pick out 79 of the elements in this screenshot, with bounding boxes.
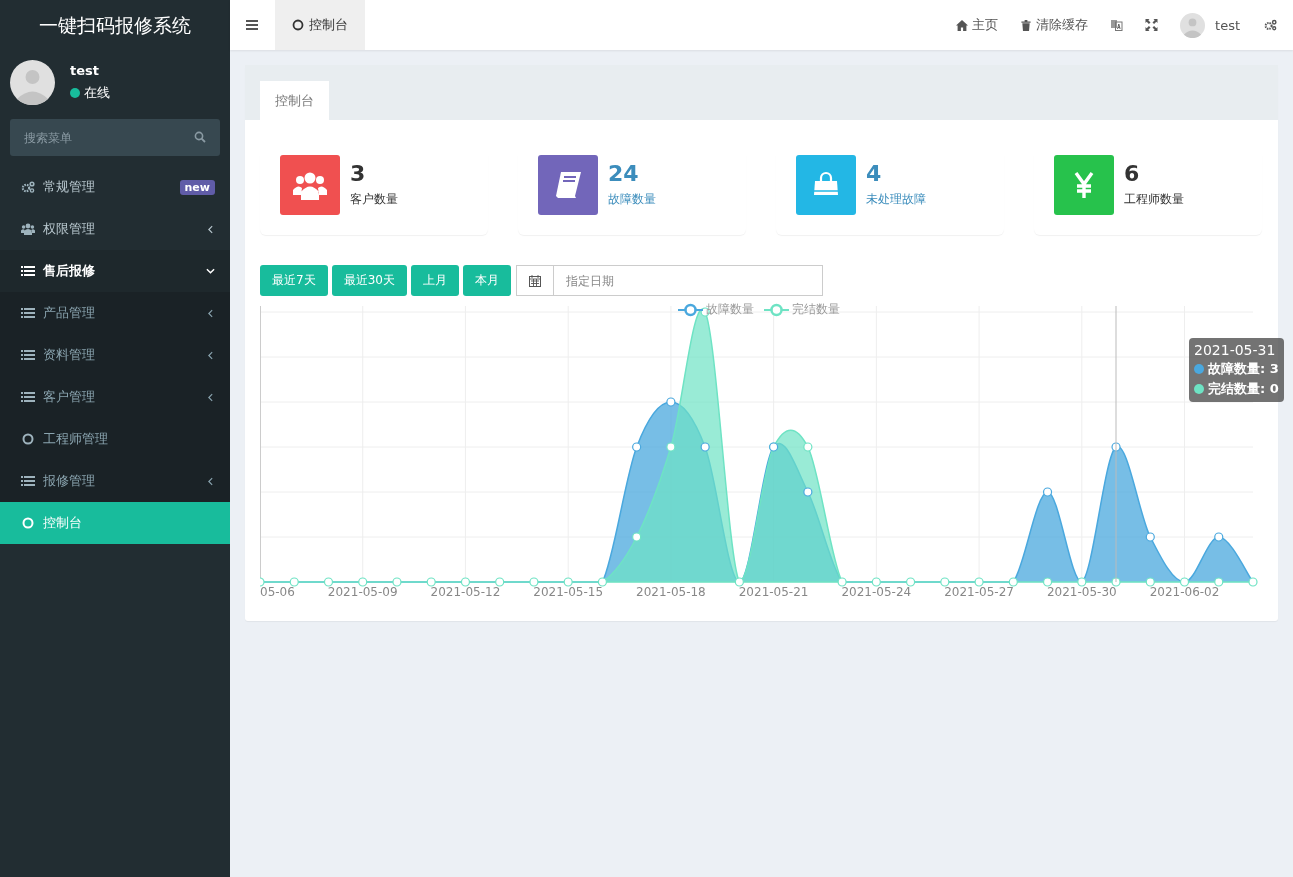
circle-icon [21,433,35,445]
gears-icon [21,181,35,193]
sidebar-item[interactable]: 权限管理 [0,208,230,250]
data-point [1214,532,1224,542]
page-tab[interactable]: 控制台 [275,0,365,50]
axis-label: 2021-05-30 [1046,585,1117,599]
data-point [632,532,642,542]
menu-icon[interactable] [246,20,258,30]
data-point [666,442,676,452]
list-icon [21,265,35,277]
chevron-left-icon [208,476,213,486]
trash-icon [1020,19,1033,31]
translate-icon[interactable] [1110,19,1124,31]
tooltip-value: 故障数量: 3 [1208,360,1279,378]
app-title: 一键扫码报修系统 [38,13,192,38]
home-icon [956,19,969,31]
stat-value: 3 [350,161,367,187]
stat-label: 故障数量 [608,191,656,208]
new-badge: new [179,179,215,195]
fullscreen-icon[interactable] [1145,19,1159,31]
calendar-icon [528,274,541,287]
gears-icon[interactable] [1264,19,1277,31]
panel-tab[interactable]: 控制台 [260,81,329,120]
stat-label: 未处理故障 [866,191,926,208]
stat-value: 4 [866,161,883,187]
axis-label: 2021-05-09 [327,585,398,599]
circle-icon [292,19,304,31]
sidebar-item[interactable]: 报修管理 [0,460,230,502]
sidebar-item[interactable]: 售后报修 [0,250,230,292]
tooltip-value: 完结数量: 0 [1208,380,1279,398]
axis-label: 2021-05-21 [738,585,809,599]
axis-label: 2021-05-18 [636,585,706,599]
user-name: test [70,63,100,78]
chevron-left-icon [208,224,213,234]
stat-label: 客户数量 [350,191,398,208]
list-icon [21,307,35,319]
stat-value: 6 [1124,161,1141,187]
data-point [803,442,813,452]
data-point [700,442,710,452]
axis-label: 2021-05-12 [430,585,501,599]
chevron-left-icon [208,392,213,402]
search-field[interactable]: 搜索菜单 [10,119,220,156]
data-point [1145,532,1155,542]
sidebar-item[interactable]: 常规管理 new [0,166,230,208]
chevron-down-icon [206,268,215,274]
data-point [1042,487,1053,497]
date-field[interactable]: 指定日期 [515,265,823,296]
users-icon [21,223,35,235]
axis-label: 2021-05-27 [944,585,1014,599]
users-icon [293,170,327,200]
clear-cache-link[interactable]: 清除缓存 [1020,16,1089,34]
avatar-icon [10,60,55,105]
tooltip-date: 2021-05-31 [1194,342,1277,358]
data-point [632,442,642,452]
axis-label: 2021-05-15 [533,585,604,599]
sidebar-item[interactable]: 客户管理 [0,376,230,418]
user-name[interactable]: test [1215,17,1240,33]
chevron-left-icon [208,308,213,318]
online-dot-icon [70,88,80,98]
data-point [803,487,813,497]
list-icon [21,391,35,403]
axis-label: 2021-05-24 [841,585,912,599]
sidebar-item[interactable]: 工程师管理 [0,418,230,460]
axis-label: 2021-06-02 [1149,585,1220,599]
stat-label: 工程师数量 [1124,191,1184,208]
list-icon [21,349,35,361]
axis-label: 05-06 [260,585,295,599]
circle-icon [21,517,35,529]
data-point [666,397,676,407]
legend-symbol-icon[interactable] [678,302,703,317]
search-icon[interactable] [194,131,206,143]
sidebar-item[interactable]: 资料管理 [0,334,230,376]
user-status: 在线 [84,84,110,102]
stat-value: 24 [608,161,640,187]
home-link[interactable]: 主页 [956,16,999,34]
data-point [1111,442,1121,452]
list-icon [21,475,35,487]
sidebar-item[interactable]: 产品管理 [0,292,230,334]
chevron-left-icon [208,350,213,360]
